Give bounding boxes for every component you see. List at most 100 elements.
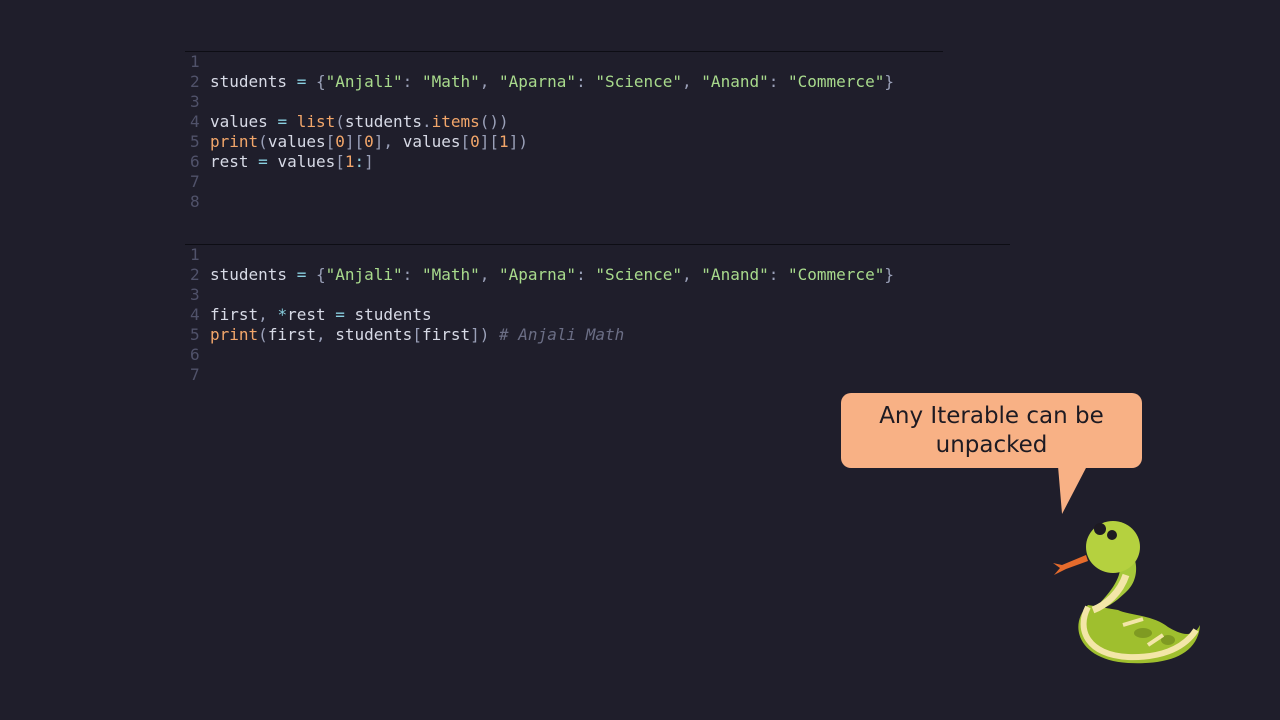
line-number: 6: [190, 345, 200, 364]
code-token: "Math": [421, 72, 480, 91]
code-line[interactable]: 5 print(first, students[first]) # Anjali …: [185, 325, 1010, 345]
code-token: "Anjali": [325, 72, 403, 91]
code-token: "Commerce": [788, 72, 885, 91]
code-token: ()): [479, 112, 509, 131]
code-token: ,: [682, 72, 702, 91]
code-token: *: [277, 305, 288, 324]
code-token: values: [402, 132, 461, 151]
code-line[interactable]: 4 values = list(students.items()): [185, 112, 943, 132]
code-line[interactable]: 2 students = {"Anjali": "Math", "Aparna":…: [185, 72, 943, 92]
code-token: [: [325, 132, 336, 151]
speech-bubble-tail: [1046, 466, 1087, 514]
code-token: [: [460, 132, 471, 151]
code-token: ,: [682, 265, 702, 284]
code-token: 1: [344, 152, 355, 171]
code-line[interactable]: 2 students = {"Anjali": "Math", "Aparna":…: [185, 265, 1010, 285]
line-number: 2: [190, 72, 200, 91]
line-number: 3: [190, 92, 200, 111]
code-token: 0: [364, 132, 374, 151]
code-token: :: [402, 265, 422, 284]
code-token: students: [210, 265, 297, 284]
speech-bubble: Any Iterable can be unpacked: [841, 393, 1142, 468]
line-number: 1: [190, 245, 200, 264]
line-number: 3: [190, 285, 200, 304]
code-token: "Anjali": [325, 265, 403, 284]
line-number: 4: [190, 305, 200, 324]
code-token: values: [267, 132, 326, 151]
code-line[interactable]: 1: [185, 245, 1010, 265]
code-text: print(values[0][0], values[0][1]): [210, 132, 528, 152]
code-token: (: [335, 112, 345, 131]
code-line[interactable]: 6: [185, 345, 1010, 365]
code-token: print: [210, 325, 259, 344]
code-token: "Commerce": [788, 265, 885, 284]
code-token: :: [768, 72, 788, 91]
code-token: =: [296, 265, 307, 284]
code-token: "Aparna": [499, 72, 577, 91]
code-token: ,: [479, 72, 499, 91]
code-token: {: [306, 265, 326, 284]
code-token: ,: [479, 265, 499, 284]
code-text: students = {"Anjali": "Math", "Aparna": …: [210, 72, 894, 92]
code-text: rest = values[1:]: [210, 152, 374, 172]
code-line[interactable]: 8: [185, 192, 943, 209]
code-text: students = {"Anjali": "Math", "Aparna": …: [210, 265, 894, 285]
code-token: "Anand": [701, 265, 769, 284]
code-token: ],: [373, 132, 403, 151]
line-number: 4: [190, 112, 200, 131]
code-token: values: [267, 152, 336, 171]
code-token: rest: [210, 152, 259, 171]
code-token: "Aparna": [499, 265, 577, 284]
code-token: "Science": [595, 265, 683, 284]
code-token: 0: [335, 132, 345, 151]
code-token: first: [210, 305, 259, 324]
code-token: students: [344, 112, 422, 131]
code-text: values = list(students.items()): [210, 112, 509, 132]
code-line[interactable]: 6 rest = values[1:]: [185, 152, 943, 172]
code-token: ,: [315, 325, 336, 344]
code-token: =: [277, 112, 288, 131]
code-token: print: [210, 132, 259, 151]
code-line[interactable]: 7: [185, 365, 1010, 380]
code-token: :: [576, 72, 596, 91]
code-line[interactable]: 3: [185, 285, 1010, 305]
code-token: "Math": [421, 265, 480, 284]
code-token: (: [258, 325, 268, 344]
python-snake-icon: [1053, 521, 1200, 664]
code-line[interactable]: 4 first, *rest = students: [185, 305, 1010, 325]
code-token: :: [354, 152, 365, 171]
code-token: =: [296, 72, 307, 91]
code-line[interactable]: 5 print(values[0][0], values[0][1]): [185, 132, 943, 152]
code-token: students: [344, 305, 432, 324]
code-token: :: [402, 72, 422, 91]
code-text: first, *rest = students: [210, 305, 432, 325]
code-token: ]: [364, 152, 374, 171]
code-token: (: [258, 132, 268, 151]
code-token: values: [210, 112, 278, 131]
code-token: ][: [344, 132, 365, 151]
code-token: ]): [470, 325, 500, 344]
line-number: 1: [190, 52, 200, 71]
code-token: students: [210, 72, 297, 91]
code-text: print(first, students[first]) # Anjali M…: [210, 325, 624, 345]
code-editor-star-unpacking[interactable]: 1 2 students = {"Anjali": "Math", "Aparna"…: [185, 244, 1010, 380]
speech-bubble-text: Any Iterable can be unpacked: [879, 402, 1104, 458]
code-token: first: [267, 325, 316, 344]
code-line[interactable]: 7: [185, 172, 943, 192]
code-token: =: [258, 152, 268, 171]
code-token: :: [768, 265, 788, 284]
code-token: students: [335, 325, 413, 344]
code-token: [: [412, 325, 422, 344]
code-token: # Anjali Math: [499, 325, 625, 344]
code-line[interactable]: 3: [185, 92, 943, 112]
line-number: 7: [190, 365, 200, 380]
code-token: "Science": [595, 72, 683, 91]
code-line[interactable]: 1: [185, 52, 943, 72]
code-token: first: [421, 325, 471, 344]
line-number: 8: [190, 192, 200, 209]
code-token: }: [884, 72, 894, 91]
code-token: ]): [508, 132, 528, 151]
code-editor-list-indexing[interactable]: 1 2 students = {"Anjali": "Math", "Aparna"…: [185, 51, 943, 209]
line-number: 5: [190, 132, 200, 151]
code-token: list: [296, 112, 336, 131]
